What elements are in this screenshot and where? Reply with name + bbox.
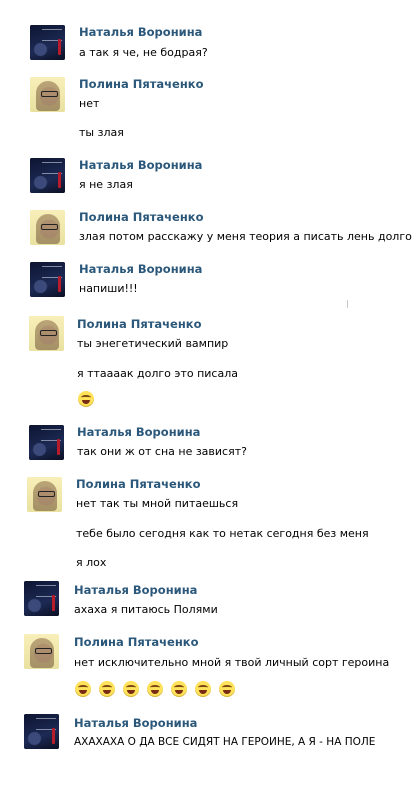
avatar[interactable] bbox=[24, 634, 59, 669]
message-text: АХАХАХА О ДА ВСЕ СИДЯТ НА ГЕРОИНЕ, А Я -… bbox=[74, 736, 376, 748]
message-text: я ттаааак долго это писала bbox=[77, 367, 238, 380]
message-text: так они ж от сна не зависят? bbox=[77, 445, 247, 458]
tears-of-joy-icon bbox=[123, 681, 139, 697]
message-text: нет так ты мной питаешься bbox=[76, 497, 239, 510]
tears-of-joy-icon bbox=[75, 681, 91, 697]
author-name[interactable]: Наталья Воронина bbox=[79, 262, 202, 276]
avatar[interactable] bbox=[30, 262, 65, 297]
tears-of-joy-icon bbox=[78, 391, 94, 407]
avatar[interactable] bbox=[29, 425, 64, 460]
avatar[interactable] bbox=[24, 714, 59, 749]
message-text: ахаха я питаюсь Полями bbox=[74, 603, 218, 616]
divider bbox=[347, 300, 348, 308]
author-name[interactable]: Полина Пятаченко bbox=[74, 635, 199, 649]
message-text: ты злая bbox=[79, 126, 124, 139]
message-text: ты энегетический вампир bbox=[77, 337, 229, 350]
message-text: нет исключительно мной я твой личный сор… bbox=[74, 656, 390, 669]
avatar[interactable] bbox=[30, 158, 65, 193]
tears-of-joy-icon bbox=[171, 681, 187, 697]
avatar[interactable] bbox=[29, 316, 64, 351]
message-text: а так я че, не бодрая? bbox=[79, 46, 208, 59]
author-name[interactable]: Полина Пятаченко bbox=[79, 210, 204, 224]
message-text: я лох bbox=[76, 556, 107, 569]
avatar[interactable] bbox=[30, 25, 65, 60]
tears-of-joy-icon bbox=[219, 681, 235, 697]
author-name[interactable]: Полина Пятаченко bbox=[77, 317, 202, 331]
tears-of-joy-icon bbox=[147, 681, 163, 697]
tears-of-joy-icon bbox=[195, 681, 211, 697]
avatar[interactable] bbox=[27, 477, 62, 512]
message-text: тебе было сегодня как то нетак сегодня б… bbox=[76, 527, 369, 540]
author-name[interactable]: Наталья Воронина bbox=[79, 158, 202, 172]
author-name[interactable]: Полина Пятаченко bbox=[79, 77, 204, 91]
message-text: злая потом расскажу у меня теория а писа… bbox=[79, 230, 412, 243]
avatar[interactable] bbox=[30, 77, 65, 112]
message-feed: Наталья Воронина а так я че, не бодрая? … bbox=[0, 0, 417, 785]
author-name[interactable]: Наталья Воронина bbox=[77, 425, 200, 439]
message-text: нет bbox=[79, 97, 100, 110]
author-name[interactable]: Полина Пятаченко bbox=[76, 477, 201, 491]
author-name[interactable]: Наталья Воронина bbox=[79, 25, 202, 39]
message-text: напиши!!! bbox=[79, 282, 138, 295]
tears-of-joy-icon bbox=[99, 681, 115, 697]
avatar[interactable] bbox=[30, 210, 65, 245]
author-name[interactable]: Наталья Воронина bbox=[74, 583, 197, 597]
message-text: я не злая bbox=[79, 178, 133, 191]
avatar[interactable] bbox=[24, 581, 59, 616]
author-name[interactable]: Наталья Воронина bbox=[74, 716, 197, 730]
